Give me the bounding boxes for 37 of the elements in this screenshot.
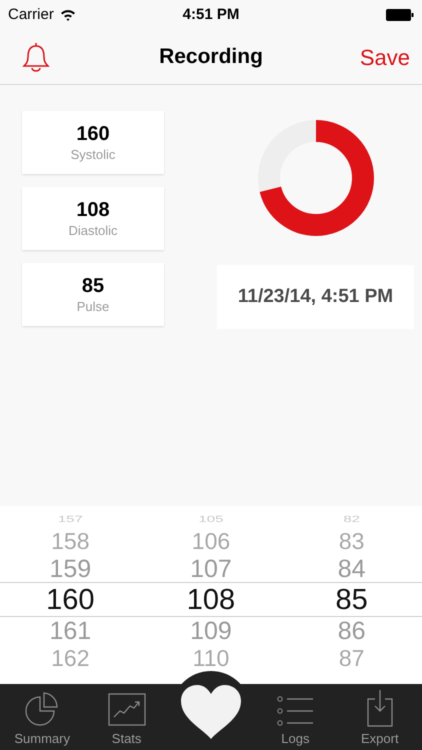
list-icon xyxy=(276,694,314,726)
picker-item[interactable]: 86 xyxy=(338,617,366,645)
reading-label: Diastolic xyxy=(68,222,118,240)
picker-item[interactable]: 160 xyxy=(46,583,95,617)
tab-button[interactable]: Export xyxy=(338,684,422,750)
picker-item[interactable]: 87 xyxy=(338,645,364,672)
screen-title: Recording xyxy=(159,44,263,70)
tab-button[interactable]: Stats xyxy=(84,684,169,750)
date-time-label: 11/23/14, 4:51 PM xyxy=(217,265,414,329)
save-button[interactable]: Save xyxy=(360,40,410,74)
carrier-label: Carrier xyxy=(8,4,54,25)
export-icon xyxy=(366,688,394,726)
picker-item[interactable]: 109 xyxy=(190,617,232,645)
reading-value: 85 xyxy=(82,274,104,299)
picker-item[interactable]: 85 xyxy=(336,583,368,617)
reading-label: Pulse xyxy=(76,298,110,316)
picker-item[interactable]: 84 xyxy=(338,555,366,583)
heart-icon xyxy=(180,685,241,739)
reading-value: 108 xyxy=(76,198,110,223)
wifi-icon xyxy=(60,9,76,21)
picker-item[interactable]: 159 xyxy=(49,555,92,583)
line-chart-icon xyxy=(108,692,146,726)
picker-item[interactable]: 108 xyxy=(186,583,236,617)
picker-item[interactable]: 158 xyxy=(51,528,90,555)
picker-item[interactable]: 110 xyxy=(192,645,230,672)
picker-item[interactable]: 161 xyxy=(49,617,92,645)
reading-label: Systolic xyxy=(70,146,116,164)
tab-button[interactable]: Logs xyxy=(253,684,338,750)
picker-item[interactable]: 107 xyxy=(190,555,232,583)
tab-button[interactable]: Summary xyxy=(0,684,84,750)
reading-value: 160 xyxy=(76,122,110,147)
picker-item[interactable]: 83 xyxy=(338,528,364,555)
bell-icon[interactable] xyxy=(22,41,50,73)
battery-icon xyxy=(386,9,414,21)
picker-item[interactable]: 106 xyxy=(192,528,230,555)
picker-item[interactable]: 162 xyxy=(51,645,90,672)
status-time: 4:51 PM xyxy=(182,4,240,25)
